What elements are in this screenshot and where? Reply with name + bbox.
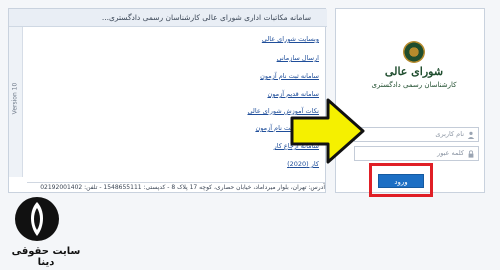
page: سامانه مکاتبات اداری شورای عالی کارشناسا… [0,0,500,270]
organization-name: شورای عالی [384,65,444,78]
username-field[interactable]: نام کاربری [354,127,479,142]
organization-emblem-icon [403,41,425,63]
panel-title: سامانه مکاتبات اداری شورای عالی کارشناسا… [9,9,327,27]
links-panel: سامانه مکاتبات اداری شورای عالی کارشناسا… [8,8,327,193]
user-icon [467,131,475,139]
address-footer: آدرس: تهران، بلوار میرداماد، خیابان حصار… [27,182,325,192]
version-strip: Version 10 [9,27,23,177]
watermark-logo-icon [15,197,59,241]
organization-subtitle: کارشناسان رسمی دادگستری [371,81,457,89]
username-placeholder: نام کاربری [435,130,464,138]
password-field[interactable]: کلمه عبور [354,146,479,161]
link-item[interactable]: ارسال سازمانی [277,54,319,66]
link-item[interactable]: وبسایت شورای عالی [262,35,319,47]
link-item[interactable]: سامانه ثبت نام آزمون [260,72,319,84]
watermark-text: سایت حقوقی دینا [11,246,81,268]
version-label: Version 10 [11,82,19,115]
login-button[interactable]: ورود [378,174,424,188]
arrow-right-icon [290,98,365,164]
password-placeholder: کلمه عبور [437,149,464,157]
lock-icon [468,150,474,158]
